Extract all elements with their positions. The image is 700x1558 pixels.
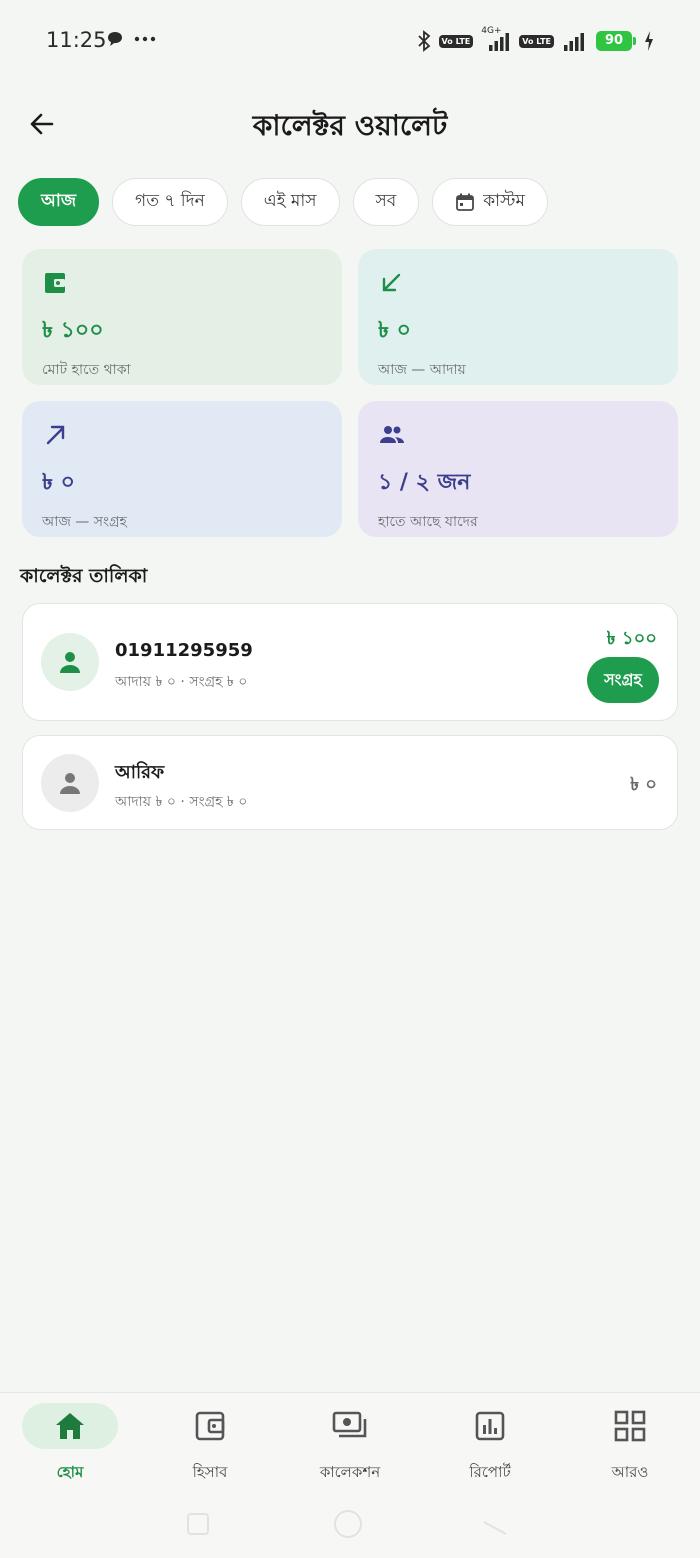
- stat-value: ৳ ০: [42, 470, 75, 495]
- filter-all[interactable]: সব: [352, 178, 420, 226]
- more-dots-icon: [134, 36, 156, 42]
- nav-label: রিপোর্ট: [469, 1463, 511, 1481]
- signal-icon: [489, 33, 510, 51]
- stat-value: ১ / ২ জন: [378, 470, 471, 495]
- person-icon: [60, 652, 80, 673]
- stat-card-total-in-hand: ৳ ১০০ মোট হাতে থাকা: [22, 249, 342, 385]
- nav-report[interactable]: রিপোর্ট: [420, 1403, 560, 1493]
- chat-bubble-icon: [108, 32, 122, 46]
- bar-chart-icon: [475, 1411, 505, 1441]
- charging-bolt-icon: [645, 31, 653, 51]
- nav-home[interactable]: হোম: [0, 1403, 140, 1493]
- nav-accounts[interactable]: হিসাব: [140, 1403, 280, 1493]
- home-icon: [56, 1413, 84, 1439]
- wallet-icon: [195, 1411, 225, 1441]
- stat-label: হাতে আছে যাদের: [378, 514, 478, 530]
- home-gesture-icon[interactable]: [332, 1508, 364, 1540]
- bottom-navigation: হোম হিসাব কালেকশন রিপোর্ট আরও: [0, 1392, 700, 1558]
- calendar-icon: [456, 193, 475, 211]
- stat-value: ৳ ১০০: [42, 318, 104, 343]
- collect-button[interactable]: সংগ্রহ: [587, 657, 659, 703]
- collector-summary: আদায় ৳ ০ · সংগ্রহ ৳ ০: [115, 674, 248, 690]
- volte-badge: Vo LTE: [438, 34, 474, 48]
- status-time: 11:25: [46, 28, 107, 52]
- nav-label: আরও: [611, 1463, 649, 1481]
- collector-amount: ৳ ১০০: [606, 628, 657, 649]
- wallet-icon: [45, 273, 65, 293]
- stat-value: ৳ ০: [378, 318, 411, 343]
- collector-row[interactable]: 01911295959 আদায় ৳ ০ · সংগ্রহ ৳ ০ ৳ ১০০…: [22, 603, 678, 721]
- back-gesture-icon[interactable]: [482, 1512, 508, 1536]
- stat-card-holders: ১ / ২ জন হাতে আছে যাদের: [358, 401, 678, 537]
- collector-name: আরিফ: [115, 762, 165, 783]
- stat-card-today-received: ৳ ০ আজ — আদায়: [358, 249, 678, 385]
- nav-more[interactable]: আরও: [560, 1403, 700, 1493]
- arrow-down-left-icon: [382, 273, 401, 292]
- people-icon: [380, 426, 404, 443]
- collector-amount: ৳ ০: [630, 774, 657, 795]
- nav-collection[interactable]: কালেকশন: [280, 1403, 420, 1493]
- system-navigation: [0, 1506, 700, 1546]
- filter-custom[interactable]: কাস্টম: [432, 178, 548, 226]
- person-icon: [60, 773, 80, 794]
- section-title: কালেক্টর তালিকা: [20, 565, 148, 587]
- collector-summary: আদায় ৳ ০ · সংগ্রহ ৳ ০: [115, 794, 248, 810]
- nav-label: হোম: [56, 1463, 84, 1481]
- arrow-up-right-icon: [46, 425, 65, 445]
- volte-badge-2: Vo LTE: [519, 34, 554, 48]
- stat-label: আজ — আদায়: [378, 362, 466, 378]
- filter-last-7-days[interactable]: গত ৭ দিন: [112, 178, 228, 226]
- avatar: [41, 754, 99, 812]
- signal-icon-2: [564, 33, 584, 51]
- filter-today[interactable]: আজ: [18, 178, 100, 226]
- collector-row[interactable]: আরিফ আদায় ৳ ০ · সংগ্রহ ৳ ০ ৳ ০: [22, 735, 678, 830]
- stat-card-today-collected: ৳ ০ আজ — সংগ্রহ: [22, 401, 342, 537]
- stat-label: আজ — সংগ্রহ: [42, 514, 127, 530]
- nav-label: হিসাব: [192, 1463, 228, 1481]
- battery-indicator: 90: [596, 31, 636, 51]
- nav-label: কালেকশন: [319, 1463, 381, 1481]
- recents-icon[interactable]: [186, 1512, 210, 1536]
- bluetooth-icon: [417, 30, 430, 52]
- filter-this-month[interactable]: এই মাস: [240, 178, 340, 226]
- grid-icon: [614, 1410, 646, 1442]
- avatar: [41, 633, 99, 691]
- app-header: কালেক্টর ওয়ালেট: [0, 96, 700, 152]
- collector-name: 01911295959: [115, 640, 253, 661]
- status-bar: 11:25 Vo LTE 4G+ Vo LTE 90: [0, 0, 700, 84]
- stat-label: মোট হাতে থাকা: [42, 362, 131, 378]
- page-title: কালেক্টর ওয়ালেট: [252, 109, 448, 142]
- cash-icon: [332, 1411, 367, 1438]
- date-filter-chips: আজ গত ৭ দিন এই মাস সব কাস্টম: [18, 178, 548, 226]
